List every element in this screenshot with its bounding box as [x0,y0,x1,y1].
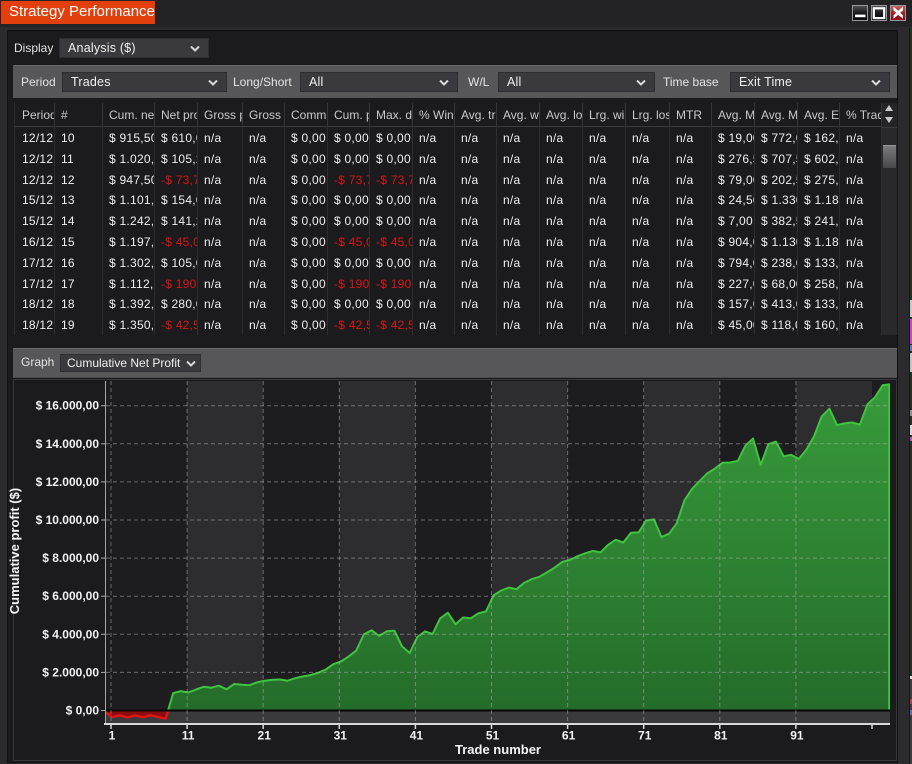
svg-text:1: 1 [109,729,116,743]
svg-text:Cumulative profit ($): Cumulative profit ($) [7,488,22,614]
svg-text:$ 14.000,00: $ 14.000,00 [36,437,100,451]
svg-text:81: 81 [714,729,728,743]
svg-text:Trade number: Trade number [455,742,541,757]
svg-text:$ 6.000,00: $ 6.000,00 [42,589,99,603]
svg-text:91: 91 [790,729,804,743]
svg-text:$ 16.000,00: $ 16.000,00 [36,399,100,413]
svg-text:$ 12.000,00: $ 12.000,00 [36,475,100,489]
svg-text:$ 8.000,00: $ 8.000,00 [42,551,99,565]
svg-text:$ 2.000,00: $ 2.000,00 [42,665,99,679]
svg-text:31: 31 [334,729,348,743]
svg-text:$ 4.000,00: $ 4.000,00 [42,627,99,641]
svg-text:11: 11 [182,729,195,743]
svg-text:51: 51 [486,729,500,743]
svg-text:41: 41 [410,729,424,743]
svg-text:71: 71 [638,729,652,743]
svg-text:61: 61 [562,729,576,743]
svg-text:21: 21 [258,729,272,743]
svg-text:$ 0,00: $ 0,00 [66,704,100,718]
svg-text:$ 10.000,00: $ 10.000,00 [36,513,100,527]
